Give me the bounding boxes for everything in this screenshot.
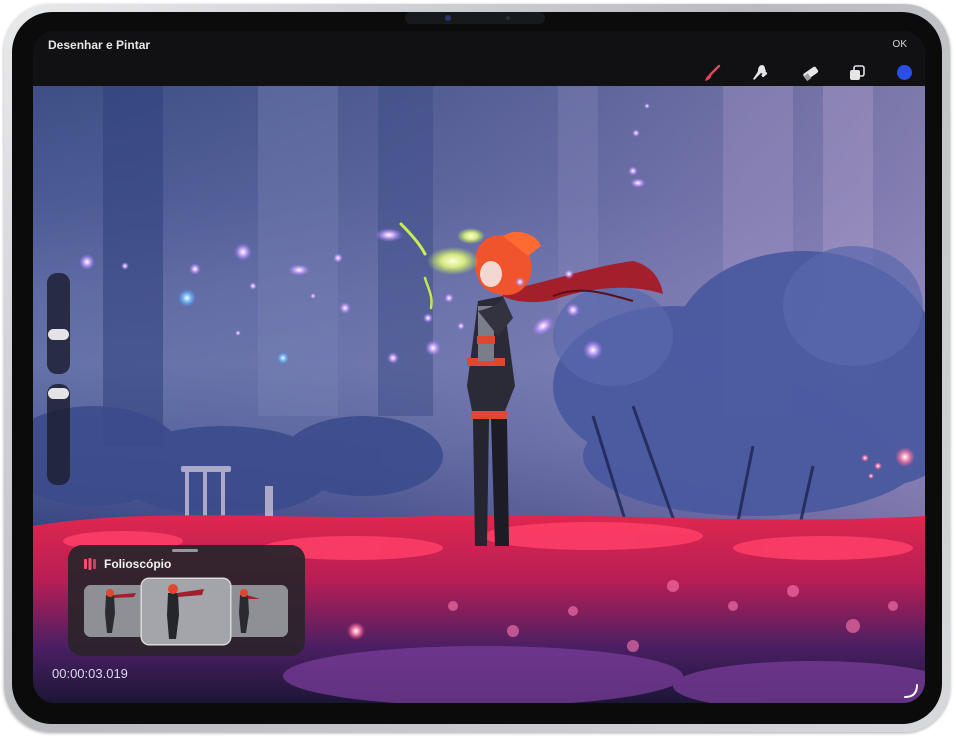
flipbook-frame[interactable] (226, 585, 288, 637)
opacity-slider-thumb[interactable] (48, 388, 69, 399)
app-title: Desenhar e Pintar (48, 38, 151, 52)
layers-icon (850, 65, 865, 80)
smudge-icon (753, 65, 768, 80)
brush-icon (705, 64, 721, 81)
frame-thumbnail (142, 579, 230, 644)
gesture-handle-icon[interactable] (903, 683, 919, 699)
brush-tool-button[interactable] (702, 62, 724, 84)
frame-thumbnail (84, 585, 146, 637)
brush-size-slider[interactable] (47, 273, 70, 374)
timecode-display: 00:00:03.019 (52, 666, 128, 681)
flipbook-frame-selected[interactable] (142, 579, 230, 644)
done-button[interactable]: OK (893, 39, 907, 50)
flipbook-panel[interactable]: Folioscópio (68, 545, 305, 656)
front-camera-housing (405, 12, 545, 24)
app-screen: Desenhar e Pintar OK Folioscópio 00:00:0… (33, 31, 925, 703)
top-toolbar: Desenhar e Pintar OK (33, 31, 925, 86)
layers-button[interactable] (846, 62, 868, 84)
frame-thumbnail (226, 585, 288, 637)
flipbook-frame[interactable] (84, 585, 146, 637)
brush-size-slider-thumb[interactable] (48, 329, 69, 340)
smudge-tool-button[interactable] (750, 62, 772, 84)
flipbook-title: Folioscópio (104, 557, 172, 571)
flipbook-icon (84, 558, 96, 570)
front-camera-sensor (506, 16, 510, 20)
eraser-icon (803, 66, 819, 82)
eraser-tool-button[interactable] (799, 62, 821, 84)
panel-grabber[interactable] (172, 549, 198, 552)
front-camera-lens (445, 15, 451, 21)
opacity-slider[interactable] (47, 384, 70, 485)
color-picker-button[interactable] (897, 65, 912, 80)
